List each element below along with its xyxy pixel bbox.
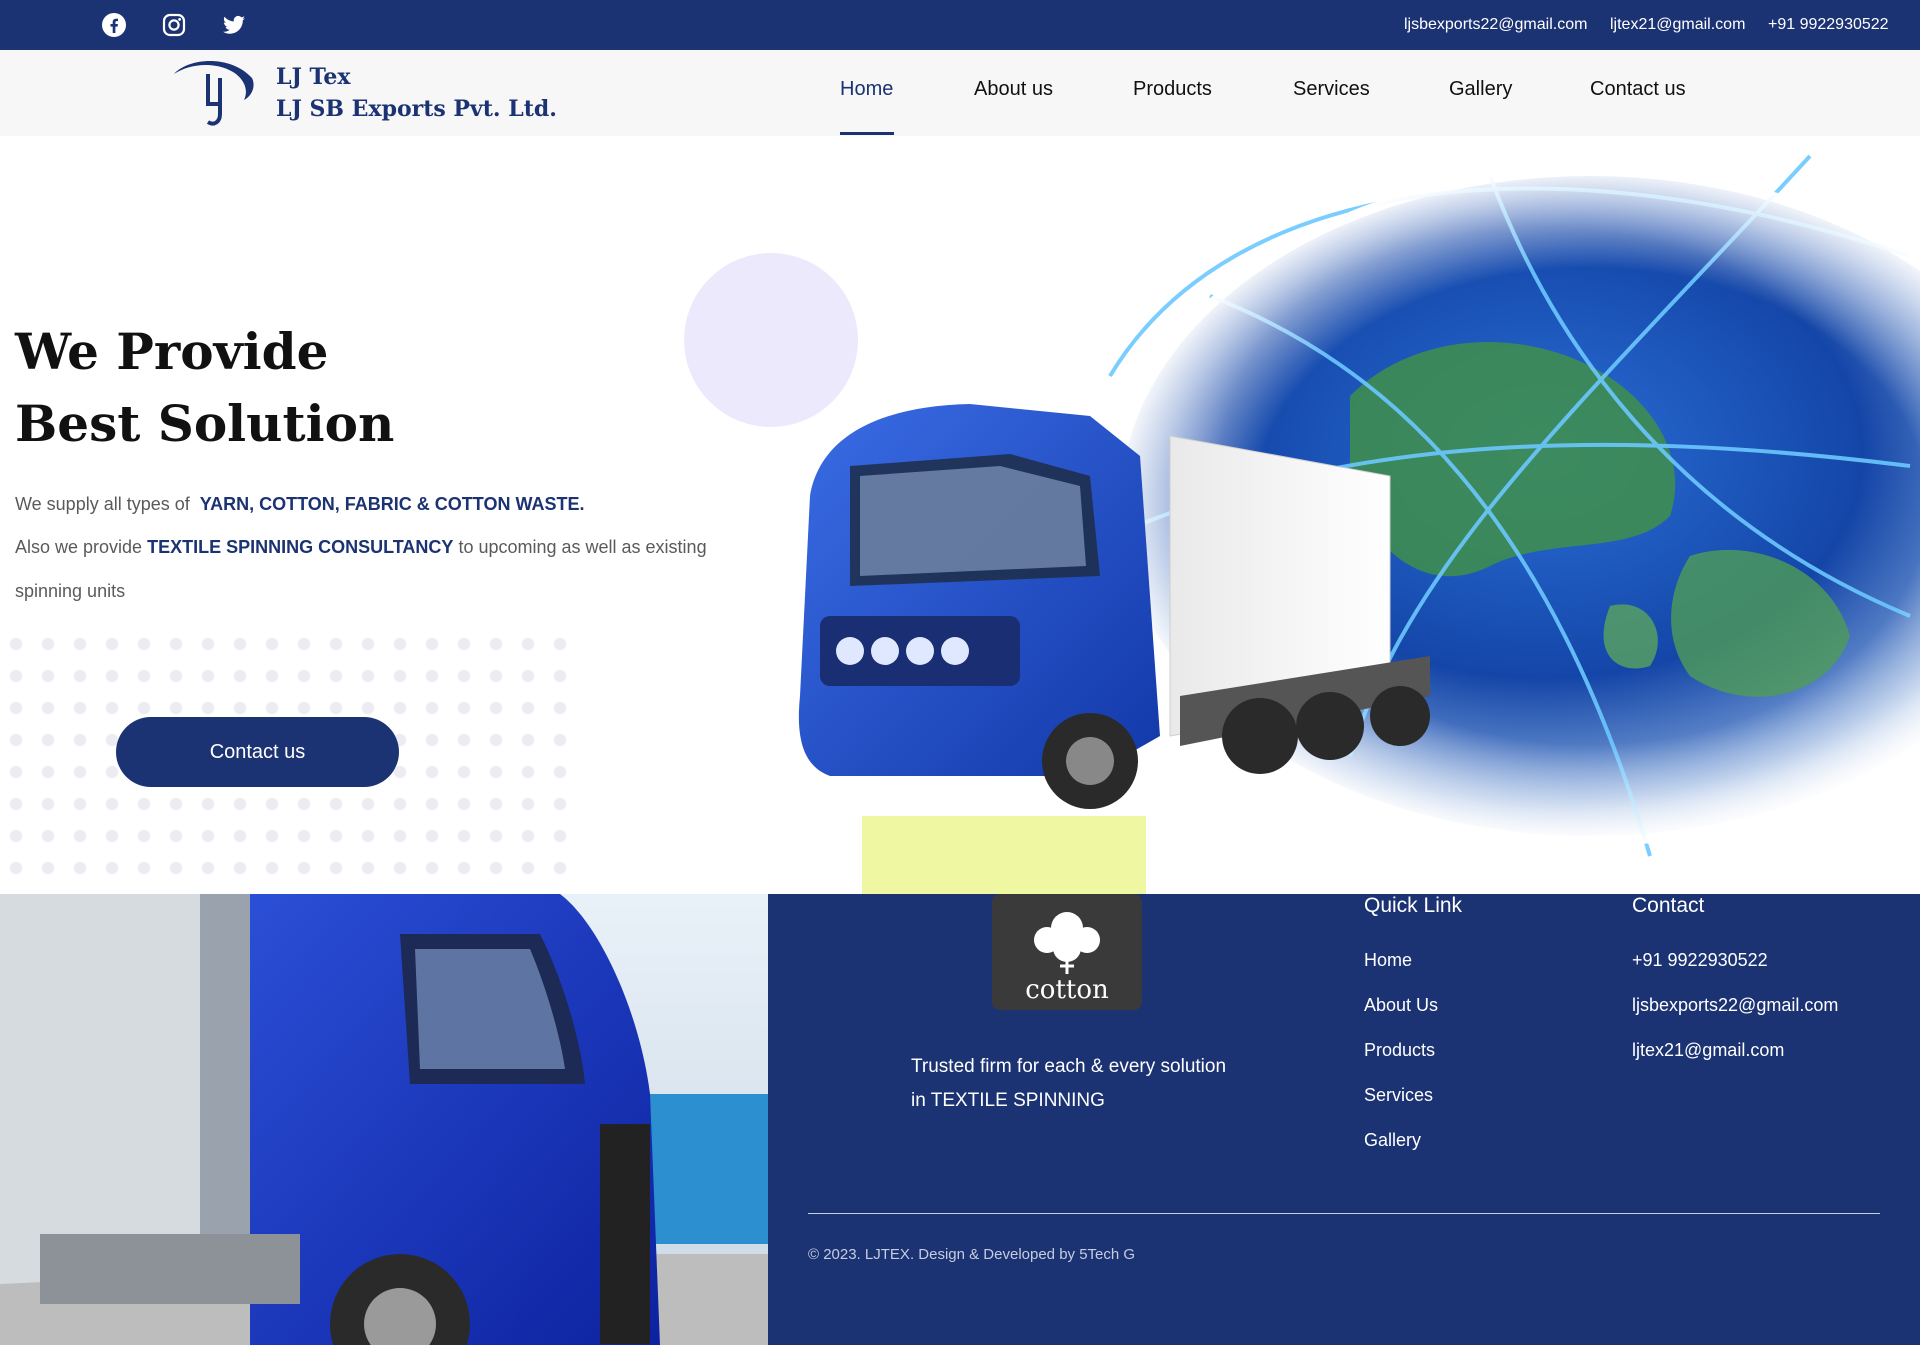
hero-title-line-1: We Provide <box>15 322 329 381</box>
copyright-text: © 2023. LJTEX. Design & Developed by 5Te… <box>808 1246 1136 1263</box>
decorative-yellow-block <box>862 816 1146 894</box>
hero-text-2-prefix: Also we provide <box>15 537 143 557</box>
footer-link-services[interactable]: Services <box>1364 1085 1433 1106</box>
footer-link-gallery[interactable]: Gallery <box>1364 1130 1421 1151</box>
hero-text-line-3: spinning units <box>15 581 126 601</box>
brand-name: LJ Tex <box>276 64 351 90</box>
hero-text-1-prefix: We supply all types of <box>15 494 190 514</box>
footer-link-products[interactable]: Products <box>1364 1040 1435 1061</box>
hero-text-1-bold: YARN, COTTON, FABRIC & COTTON WASTE. <box>199 494 585 514</box>
hero-section: We Provide Best Solution We supply all t… <box>0 136 1920 894</box>
active-nav-underline <box>840 132 894 135</box>
footer-phone[interactable]: +91 9922930522 <box>1632 950 1768 971</box>
nav-services[interactable]: Services <box>1293 78 1370 101</box>
nav-gallery[interactable]: Gallery <box>1449 78 1512 101</box>
cotton-logo-text: cotton <box>1025 975 1109 1005</box>
top-email-1[interactable]: ljsbexports22@gmail.com <box>1404 16 1587 34</box>
footer-link-home[interactable]: Home <box>1364 950 1412 971</box>
footer-link-about-us[interactable]: About Us <box>1364 995 1438 1016</box>
hero-text-2-bold: TEXTILE SPINNING CONSULTANCY <box>147 537 454 557</box>
footer-truck-photo <box>0 894 768 1345</box>
nav-products[interactable]: Products <box>1133 78 1212 101</box>
site-header: LJ Tex LJ SB Exports Pvt. Ltd. Home Abou… <box>0 50 1920 136</box>
footer-tagline: Trusted firm for each & every solution i… <box>911 1050 1241 1118</box>
quick-link-heading: Quick Link <box>1364 894 1463 917</box>
nav-contact-us[interactable]: Contact us <box>1590 78 1686 101</box>
top-phone[interactable]: +91 9922930522 <box>1768 16 1889 34</box>
contact-heading: Contact <box>1632 894 1705 917</box>
top-email-2[interactable]: ljtex21@gmail.com <box>1610 16 1745 34</box>
tagline-line-2: in TEXTILE SPINNING <box>911 1090 1105 1111</box>
hero-truck-globe-image <box>798 154 1920 857</box>
tagline-line-1: Trusted firm for each & every solution <box>911 1056 1227 1077</box>
hero-text-line-1: We supply all types of YARN, COTTON, FAB… <box>15 494 584 515</box>
footer-email-2[interactable]: ljtex21@gmail.com <box>1632 1040 1784 1061</box>
lj-logo[interactable] <box>168 56 258 132</box>
footer-email-1[interactable]: ljsbexports22@gmail.com <box>1632 995 1838 1016</box>
brand-company: LJ SB Exports Pvt. Ltd. <box>276 96 557 122</box>
facebook-icon[interactable] <box>102 13 126 37</box>
site-footer: cotton Trusted firm for each & every sol… <box>768 894 1920 1345</box>
hero-text-2-suffix: to upcoming as well as existing <box>458 537 707 557</box>
hero-text-line-2: Also we provide TEXTILE SPINNING CONSULT… <box>15 537 707 558</box>
top-bar: ljsbexports22@gmail.com ljtex21@gmail.co… <box>0 0 1920 50</box>
twitter-icon[interactable] <box>222 13 246 37</box>
nav-home[interactable]: Home <box>840 78 893 101</box>
cotton-logo[interactable]: cotton <box>992 894 1142 1010</box>
hero-title-line-2: Best Solution <box>15 394 395 453</box>
instagram-icon[interactable] <box>162 13 186 37</box>
hero-contact-button[interactable]: Contact us <box>116 717 399 787</box>
footer-divider <box>808 1213 1880 1214</box>
nav-about-us[interactable]: About us <box>974 78 1053 101</box>
